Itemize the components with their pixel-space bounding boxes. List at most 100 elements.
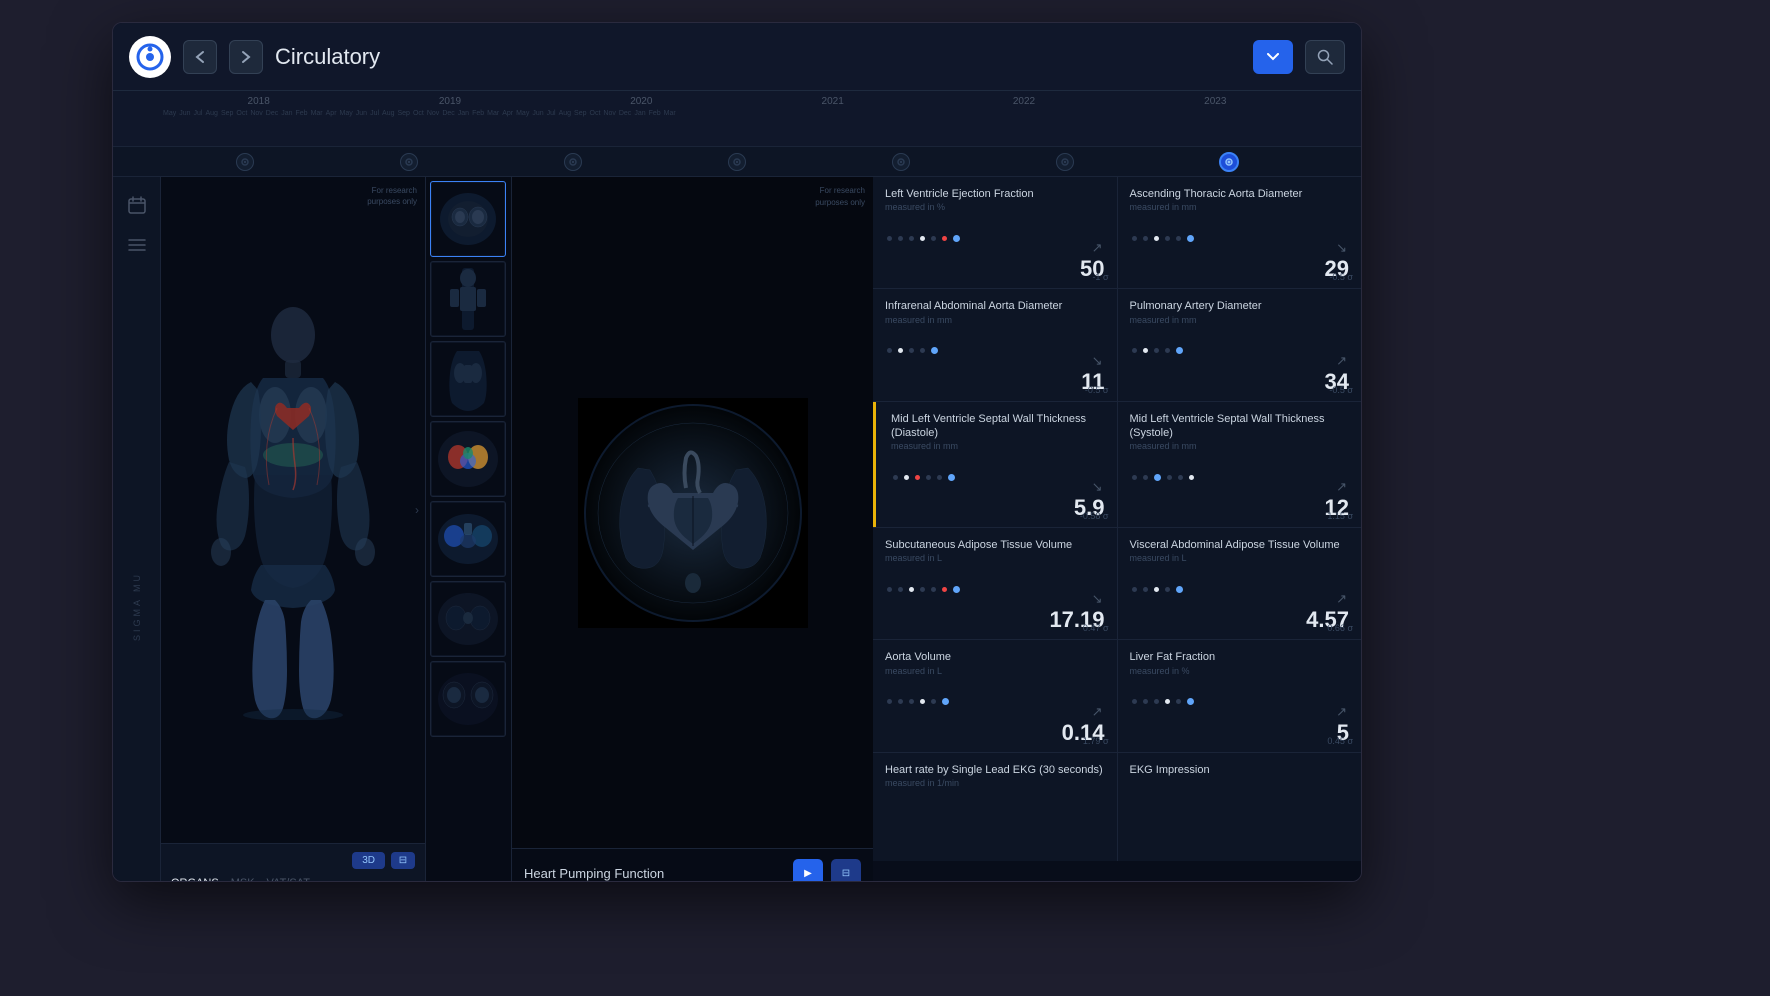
forward-button[interactable] [229,40,263,74]
dot [1154,236,1159,241]
metric-mlv-systole-chart: ↗ [1130,459,1350,495]
dot [1167,475,1172,480]
dot [1143,348,1148,353]
dot [931,587,936,592]
marker-1[interactable] [163,153,327,171]
marker-2[interactable] [327,153,491,171]
body-model-svg [193,300,393,720]
dot [942,587,947,592]
dot [1132,475,1137,480]
dot [1132,348,1137,353]
dot [920,236,925,241]
metric-asc-aorta-unit: measured in mm [1130,202,1350,212]
dot-current [1187,698,1194,705]
thumb-1-image [432,183,504,255]
metric-pulmonary-unit: measured in mm [1130,315,1350,325]
tab-vat-sat[interactable]: VAT/SAT [267,877,310,882]
dot [1143,699,1148,704]
dot [920,587,925,592]
metric-aorta-vol-chart: ↗ [885,684,1105,720]
trend-arrow: ↗ [1336,353,1347,369]
mri-heart-image [578,398,808,628]
dot [1154,348,1159,353]
metric-sat-value-row: 17.19 [885,609,1105,631]
dot [1143,587,1148,592]
year-2019: 2019 [354,96,545,107]
mri-image-area: For researchpurposes only [512,177,873,848]
thumbnail-2[interactable] [430,261,506,337]
back-button[interactable] [183,40,217,74]
thumb-6-image [432,583,504,655]
thumbnail-5[interactable] [430,501,506,577]
metric-infrarenal: Infrarenal Abdominal Aorta Diameter meas… [873,289,1117,400]
mri-grid-button[interactable]: ⊟ [831,859,861,882]
dot [887,587,892,592]
dot-current [1154,474,1161,481]
tab-organs[interactable]: ORGANS [171,877,219,882]
dot [920,348,925,353]
mri-viewer-panel: For researchpurposes only [512,177,873,882]
marker-4[interactable] [655,153,819,171]
metric-flag [873,402,876,528]
marker-3[interactable] [491,153,655,171]
thumbnail-strip [426,177,512,882]
timeline: 2018 2019 2020 2021 2022 2023 MayJunJulA… [113,91,1361,147]
thumb-3-image [432,343,504,415]
metric-liver-fat-value-row: 5 [1130,722,1350,744]
metric-asc-aorta-value-row: 29 [1130,258,1350,280]
dot [1165,587,1170,592]
3d-view-button[interactable]: 3D [352,852,385,869]
metric-aorta-vol-unit: measured in L [885,666,1105,676]
metric-pulmonary: Pulmonary Artery Diameter measured in mm… [1118,289,1362,400]
marker-6[interactable] [983,153,1147,171]
dot [1143,236,1148,241]
list-icon-btn[interactable] [121,229,153,261]
metric-liver-fat-sigma: 0.45 σ [1327,736,1353,746]
thumbnail-6[interactable] [430,581,506,657]
dot [887,699,892,704]
metric-asc-aorta-chart: ↘ [1130,220,1350,256]
dot [898,348,903,353]
dropdown-button[interactable] [1253,40,1293,74]
metric-liver-fat-chart: ↗ [1130,684,1350,720]
metric-infrarenal-value-row: 11 [885,371,1105,393]
thumbnail-1[interactable] [430,181,506,257]
thumbnail-7[interactable] [430,661,506,737]
marker-7-selected[interactable] [1147,152,1311,172]
metric-mlv-diastole-unit: measured in mm [891,441,1105,451]
dot [926,475,931,480]
metric-vat-chart: ↗ [1130,571,1350,607]
marker-5[interactable] [819,153,983,171]
metric-aorta-vol-sigma: 1.79 σ [1083,736,1109,746]
mri-play-button[interactable]: ▶ [793,859,823,882]
trend-arrow: ↗ [1336,704,1347,720]
year-2020: 2020 [546,96,737,107]
trend-arrow: ↗ [1336,479,1347,495]
dot [1132,699,1137,704]
metric-heart-rate-chart [885,796,1105,832]
dot [1154,587,1159,592]
metric-infrarenal-unit: measured in mm [885,315,1105,325]
metric-ekg-chart [1130,785,1350,821]
calendar-icon-btn[interactable] [121,189,153,221]
thumbnail-3[interactable] [430,341,506,417]
grid-view-button[interactable]: ⊟ [391,852,415,869]
metric-asc-aorta-sigma: -0.5 σ [1329,272,1353,282]
expand-chevron-icon[interactable]: › [415,503,419,517]
metric-sat-sigma: 0.47 σ [1083,623,1109,633]
thumbnail-4[interactable] [430,421,506,497]
metric-mlv-diastole-chart: ↘ [891,459,1105,495]
dot [1154,699,1159,704]
tab-msk[interactable]: MSK [231,877,255,882]
search-button[interactable] [1305,40,1345,74]
metric-liver-fat: Liver Fat Fraction measured in % [1118,640,1362,751]
year-2022: 2022 [928,96,1119,107]
dot-current [1176,586,1183,593]
thumb-2-image [432,263,504,335]
metric-aorta-vol-title: Aorta Volume [885,650,1105,664]
dot [1132,587,1137,592]
metric-vat: Visceral Abdominal Adipose Tissue Volume… [1118,528,1362,639]
dot [920,699,925,704]
mri-title-label: Heart Pumping Function [524,866,785,881]
header: Circulatory [113,23,1361,91]
